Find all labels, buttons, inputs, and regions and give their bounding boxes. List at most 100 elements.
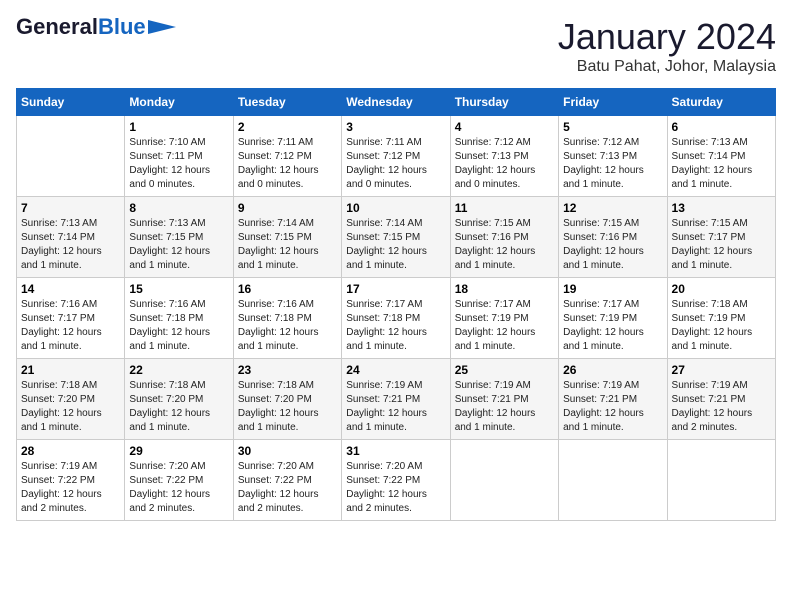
day-number: 7 — [21, 201, 120, 215]
day-number: 3 — [346, 120, 445, 134]
day-info: Sunrise: 7:18 AMSunset: 7:19 PMDaylight:… — [672, 298, 771, 354]
calendar-cell: 26Sunrise: 7:19 AMSunset: 7:21 PMDayligh… — [559, 359, 667, 440]
calendar-cell — [559, 440, 667, 521]
calendar-cell: 20 Sunrise: 7:18 AMSunset: 7:19 PMDayligh… — [667, 278, 775, 359]
calendar-week-row: 1 Sunrise: 7:10 AMSunset: 7:11 PMDaylight… — [17, 116, 776, 197]
day-info: Sunrise: 7:13 AMSunset: 7:14 PMDaylight:… — [21, 217, 120, 273]
day-number: 12 — [563, 201, 662, 215]
day-info: Sunrise: 7:19 AMSunset: 7:21 PMDaylight:… — [455, 379, 554, 435]
day-number: 14 — [21, 282, 120, 296]
day-info: Sunrise: 7:11 AMSunset: 7:12 PMDaylight:… — [238, 136, 337, 192]
calendar-cell — [17, 116, 125, 197]
calendar-cell: 16 Sunrise: 7:16 AMSunset: 7:18 PMDayligh… — [233, 278, 341, 359]
day-info: Sunrise: 7:13 AMSunset: 7:14 PMDaylight:… — [672, 136, 771, 192]
day-info: Sunrise: 7:11 AMSunset: 7:12 PMDaylight:… — [346, 136, 445, 192]
day-number: 27 — [672, 363, 771, 377]
calendar-cell: 15 Sunrise: 7:16 AMSunset: 7:18 PMDayligh… — [125, 278, 233, 359]
day-number: 22 — [129, 363, 228, 377]
calendar-cell: 31 Sunrise: 7:20 AMSunset: 7:22 PMDayligh… — [342, 440, 450, 521]
calendar-cell: 9 Sunrise: 7:14 AMSunset: 7:15 PMDaylight… — [233, 197, 341, 278]
day-info: Sunrise: 7:12 AMSunset: 7:13 PMDaylight:… — [563, 136, 662, 192]
day-info: Sunrise: 7:15 AMSunset: 7:17 PMDaylight:… — [672, 217, 771, 273]
day-number: 9 — [238, 201, 337, 215]
calendar-cell: 2 Sunrise: 7:11 AMSunset: 7:12 PMDaylight… — [233, 116, 341, 197]
day-info: Sunrise: 7:19 AMSunset: 7:21 PMDaylight:… — [346, 379, 445, 435]
calendar-cell: 17 Sunrise: 7:17 AMSunset: 7:18 PMDayligh… — [342, 278, 450, 359]
day-of-week-header: Friday — [559, 89, 667, 116]
day-info: Sunrise: 7:17 AMSunset: 7:19 PMDaylight:… — [563, 298, 662, 354]
day-info: Sunrise: 7:17 AMSunset: 7:18 PMDaylight:… — [346, 298, 445, 354]
day-number: 17 — [346, 282, 445, 296]
day-number: 19 — [563, 282, 662, 296]
day-info: Sunrise: 7:17 AMSunset: 7:19 PMDaylight:… — [455, 298, 554, 354]
day-number: 29 — [129, 444, 228, 458]
day-of-week-header: Monday — [125, 89, 233, 116]
page-header: GeneralBlue January 2024 Batu Pahat, Joh… — [16, 16, 776, 76]
day-number: 5 — [563, 120, 662, 134]
calendar-cell: 1 Sunrise: 7:10 AMSunset: 7:11 PMDaylight… — [125, 116, 233, 197]
day-info: Sunrise: 7:18 AMSunset: 7:20 PMDaylight:… — [21, 379, 120, 435]
day-number: 31 — [346, 444, 445, 458]
calendar-cell: 6 Sunrise: 7:13 AMSunset: 7:14 PMDaylight… — [667, 116, 775, 197]
day-info: Sunrise: 7:10 AMSunset: 7:11 PMDaylight:… — [129, 136, 228, 192]
calendar-cell — [450, 440, 558, 521]
calendar-cell: 13 Sunrise: 7:15 AMSunset: 7:17 PMDayligh… — [667, 197, 775, 278]
page-title: January 2024 — [558, 16, 776, 58]
calendar-cell: 28Sunrise: 7:19 AMSunset: 7:22 PMDayligh… — [17, 440, 125, 521]
calendar-cell: 10 Sunrise: 7:14 AMSunset: 7:15 PMDayligh… — [342, 197, 450, 278]
calendar-cell: 8Sunrise: 7:13 AMSunset: 7:15 PMDaylight… — [125, 197, 233, 278]
calendar-cell: 4 Sunrise: 7:12 AMSunset: 7:13 PMDaylight… — [450, 116, 558, 197]
day-number: 15 — [129, 282, 228, 296]
day-number: 16 — [238, 282, 337, 296]
day-info: Sunrise: 7:16 AMSunset: 7:18 PMDaylight:… — [129, 298, 228, 354]
calendar-cell: 23Sunrise: 7:18 AMSunset: 7:20 PMDayligh… — [233, 359, 341, 440]
calendar-header-row: SundayMondayTuesdayWednesdayThursdayFrid… — [17, 89, 776, 116]
title-block: January 2024 Batu Pahat, Johor, Malaysia — [558, 16, 776, 76]
day-info: Sunrise: 7:18 AMSunset: 7:20 PMDaylight:… — [129, 379, 228, 435]
logo: GeneralBlue — [16, 16, 176, 38]
calendar-cell: 7 Sunrise: 7:13 AMSunset: 7:14 PMDaylight… — [17, 197, 125, 278]
day-info: Sunrise: 7:19 AMSunset: 7:22 PMDaylight:… — [21, 460, 120, 516]
day-number: 4 — [455, 120, 554, 134]
day-number: 30 — [238, 444, 337, 458]
day-info: Sunrise: 7:20 AMSunset: 7:22 PMDaylight:… — [238, 460, 337, 516]
calendar-cell: 11 Sunrise: 7:15 AMSunset: 7:16 PMDayligh… — [450, 197, 558, 278]
day-number: 23 — [238, 363, 337, 377]
calendar-cell: 18Sunrise: 7:17 AMSunset: 7:19 PMDayligh… — [450, 278, 558, 359]
day-number: 2 — [238, 120, 337, 134]
day-info: Sunrise: 7:15 AMSunset: 7:16 PMDaylight:… — [563, 217, 662, 273]
day-number: 20 — [672, 282, 771, 296]
day-info: Sunrise: 7:15 AMSunset: 7:16 PMDaylight:… — [455, 217, 554, 273]
day-info: Sunrise: 7:16 AMSunset: 7:17 PMDaylight:… — [21, 298, 120, 354]
calendar-cell: 14 Sunrise: 7:16 AMSunset: 7:17 PMDayligh… — [17, 278, 125, 359]
calendar-week-row: 7 Sunrise: 7:13 AMSunset: 7:14 PMDaylight… — [17, 197, 776, 278]
day-info: Sunrise: 7:14 AMSunset: 7:15 PMDaylight:… — [238, 217, 337, 273]
calendar-cell: 5 Sunrise: 7:12 AMSunset: 7:13 PMDaylight… — [559, 116, 667, 197]
calendar-cell: 29Sunrise: 7:20 AMSunset: 7:22 PMDayligh… — [125, 440, 233, 521]
day-of-week-header: Tuesday — [233, 89, 341, 116]
calendar-cell: 25Sunrise: 7:19 AMSunset: 7:21 PMDayligh… — [450, 359, 558, 440]
day-number: 24 — [346, 363, 445, 377]
day-number: 6 — [672, 120, 771, 134]
day-of-week-header: Sunday — [17, 89, 125, 116]
day-info: Sunrise: 7:12 AMSunset: 7:13 PMDaylight:… — [455, 136, 554, 192]
day-number: 8 — [129, 201, 228, 215]
page-subtitle: Batu Pahat, Johor, Malaysia — [558, 58, 776, 76]
day-number: 1 — [129, 120, 228, 134]
day-info: Sunrise: 7:14 AMSunset: 7:15 PMDaylight:… — [346, 217, 445, 273]
day-number: 26 — [563, 363, 662, 377]
calendar-week-row: 14 Sunrise: 7:16 AMSunset: 7:17 PMDayligh… — [17, 278, 776, 359]
day-number: 13 — [672, 201, 771, 215]
day-info: Sunrise: 7:16 AMSunset: 7:18 PMDaylight:… — [238, 298, 337, 354]
calendar-cell: 12 Sunrise: 7:15 AMSunset: 7:16 PMDayligh… — [559, 197, 667, 278]
calendar-table: SundayMondayTuesdayWednesdayThursdayFrid… — [16, 88, 776, 521]
day-info: Sunrise: 7:20 AMSunset: 7:22 PMDaylight:… — [346, 460, 445, 516]
day-number: 10 — [346, 201, 445, 215]
calendar-cell — [667, 440, 775, 521]
day-of-week-header: Thursday — [450, 89, 558, 116]
calendar-cell: 24 Sunrise: 7:19 AMSunset: 7:21 PMDayligh… — [342, 359, 450, 440]
calendar-cell: 21Sunrise: 7:18 AMSunset: 7:20 PMDayligh… — [17, 359, 125, 440]
day-info: Sunrise: 7:19 AMSunset: 7:21 PMDaylight:… — [672, 379, 771, 435]
day-of-week-header: Wednesday — [342, 89, 450, 116]
day-number: 11 — [455, 201, 554, 215]
